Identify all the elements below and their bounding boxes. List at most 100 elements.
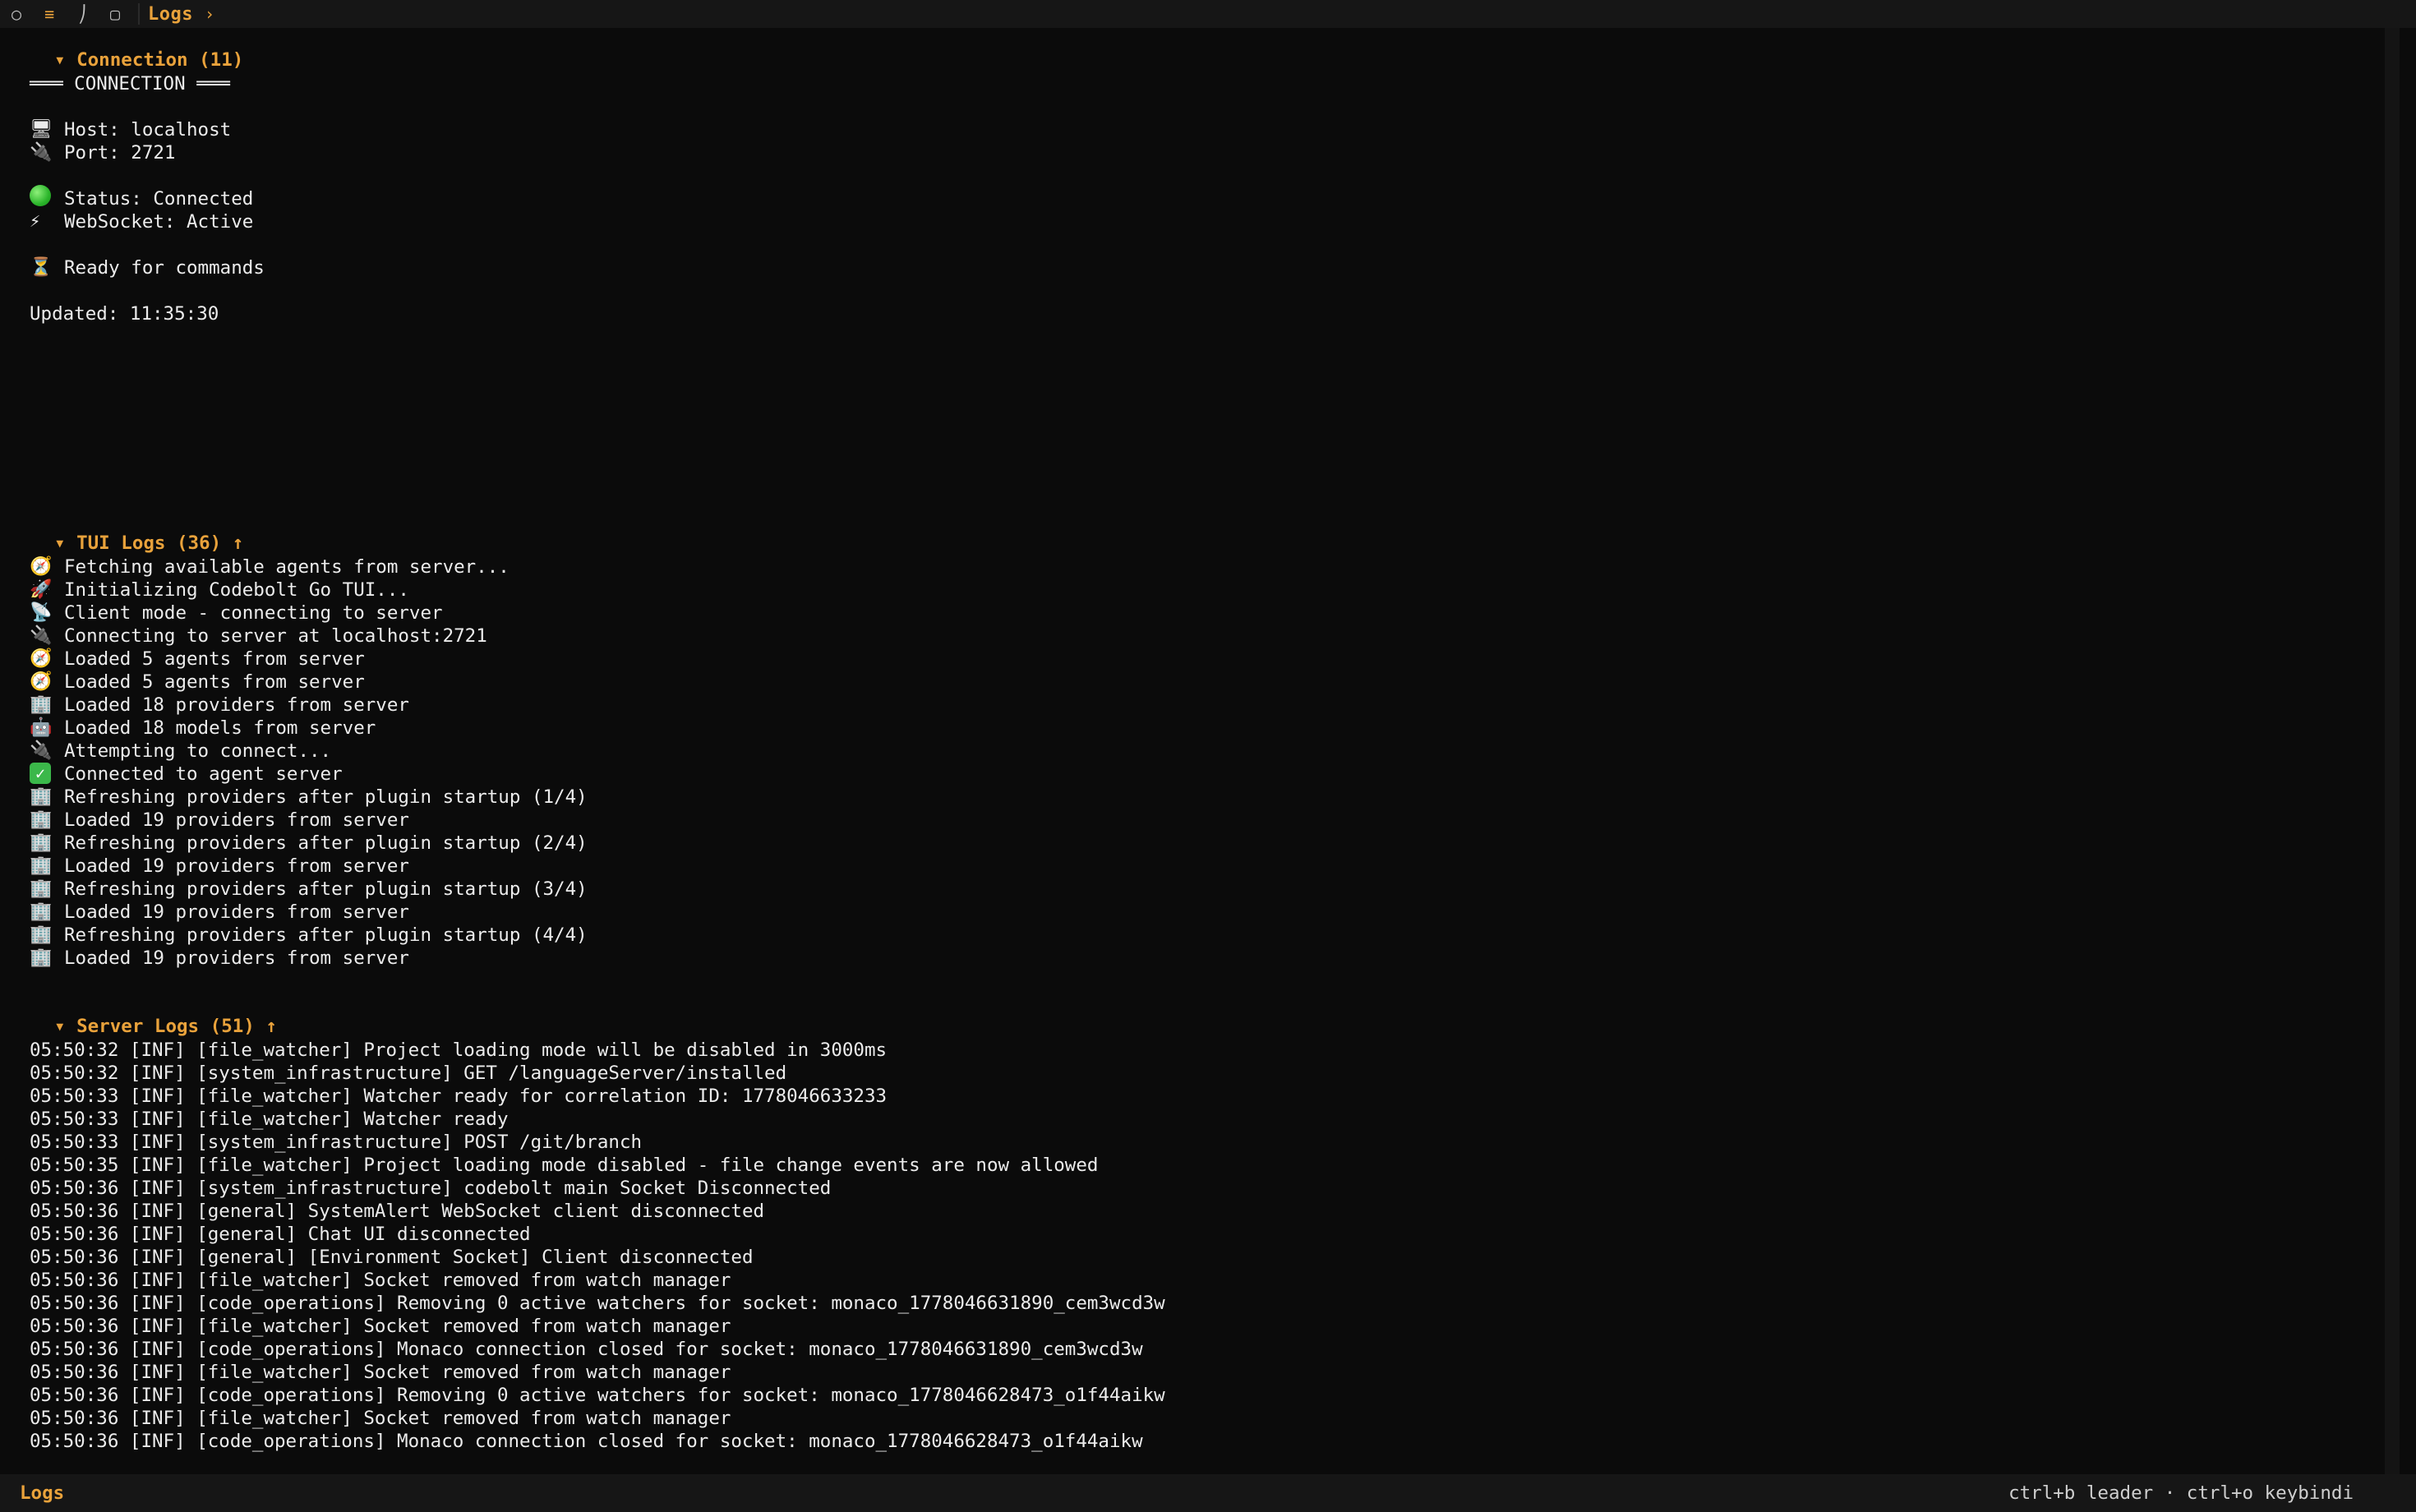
server-log-line: 05:50:36 [INF] [file_watcher] Socket rem…: [30, 1270, 731, 1291]
tui-log-text: Loaded 19 providers from server: [64, 855, 409, 877]
connection-line: 🔌 Port: 2721: [30, 141, 265, 164]
tui-log-line: 🏢 Refreshing providers after plugin start…: [30, 924, 588, 947]
emoji-icon: 🚀: [30, 579, 53, 600]
circle-icon[interactable]: ○: [0, 0, 33, 28]
tui-log-text: Initializing Codebolt Go TUI...: [64, 579, 409, 601]
server-log-line: 05:50:36 [INF] [system_infrastructure] c…: [30, 1178, 832, 1199]
tui-log-line: 🧭 Loaded 5 agents from server: [30, 671, 588, 694]
server-logs-section-header[interactable]: ▾ Server Logs (51) ↑: [54, 1016, 277, 1037]
tui-log-text: Loaded 5 agents from server: [64, 648, 365, 670]
server-log-line: 05:50:36 [INF] [file_watcher] Socket rem…: [30, 1408, 731, 1429]
server-log-line: 05:50:32 [INF] [system_infrastructure] G…: [30, 1063, 787, 1084]
server-log-line: 05:50:36 [INF] [code_operations] Removin…: [30, 1385, 1165, 1406]
connection-section: ═══ CONNECTION ═══ 🖥 Host: localhost 🔌 Port:…: [30, 72, 265, 325]
connection-line: ═══ CONNECTION ═══: [30, 72, 265, 95]
server-log-line: 05:50:36 [INF] [code_operations] Monaco …: [30, 1431, 1143, 1452]
connection-line: ⚡ WebSocket: Active: [30, 210, 265, 233]
tui-log-line: 📡 Client mode - connecting to server: [30, 602, 588, 625]
emoji-icon: 🔌: [30, 740, 53, 761]
tui-log-line: 🏢 Loaded 18 providers from server: [30, 694, 588, 717]
status-green-dot-icon: [30, 185, 64, 213]
server-log-line: 05:50:36 [INF] [general] Chat UI disconn…: [30, 1224, 531, 1245]
menu-icon[interactable]: ≡: [33, 0, 66, 28]
tui-log-line: 🧭 Fetching available agents from server..…: [30, 555, 588, 579]
server-log-line: 05:50:33 [INF] [file_watcher] Watcher re…: [30, 1109, 509, 1130]
connection-text: ═══ CONNECTION ═══: [30, 73, 230, 94]
chevron-right-icon: ›: [204, 4, 215, 24]
emoji-icon: 🏢: [30, 694, 53, 715]
server-log-line: 05:50:36 [INF] [file_watcher] Socket rem…: [30, 1362, 731, 1383]
tui-log-line: 🧭 Loaded 5 agents from server: [30, 648, 588, 671]
tui-log-text: Loaded 18 models from server: [64, 717, 376, 739]
tui-log-line: ✓ Connected to agent server: [30, 763, 588, 786]
emoji-icon: ⏳: [30, 257, 53, 278]
tui-log-text: Refreshing providers after plugin startu…: [64, 786, 588, 808]
tui-log-line: 🏢 Loaded 19 providers from server: [30, 809, 588, 832]
server-log-line: 05:50:36 [INF] [general] [Environment So…: [30, 1247, 754, 1268]
emoji-icon: 🏢: [30, 855, 53, 876]
server-log-line: 05:50:36 [INF] [code_operations] Monaco …: [30, 1339, 1143, 1360]
connection-text: Port: 2721: [64, 142, 176, 164]
server-log-line: 05:50:36 [INF] [general] SystemAlert Web…: [30, 1201, 765, 1222]
tui-log-text: Loaded 19 providers from server: [64, 947, 409, 969]
tui-log-text: Loaded 18 providers from server: [64, 694, 409, 716]
connection-text: WebSocket: Active: [64, 211, 254, 233]
tui-log-text: Fetching available agents from server...: [64, 556, 509, 578]
tui-logs-section-header[interactable]: ▾ TUI Logs (36) ↑: [54, 532, 243, 554]
tui-log-text: Client mode - connecting to server: [64, 602, 443, 624]
tui-log-line: 🏢 Refreshing providers after plugin start…: [30, 832, 588, 855]
tui-log-line: 🏢 Refreshing providers after plugin start…: [30, 878, 588, 901]
emoji-icon: 📡: [30, 602, 53, 623]
emoji-icon: 🏢: [30, 924, 53, 945]
tui-log-text: Loaded 19 providers from server: [64, 901, 409, 923]
tui-log-line: 🔌 Connecting to server at localhost:2721: [30, 625, 588, 648]
emoji-icon: 🧭: [30, 556, 53, 577]
emoji-icon: 🔌: [30, 625, 53, 646]
tui-log-text: Loaded 19 providers from server: [64, 809, 409, 831]
server-log-line: 05:50:35 [INF] [file_watcher] Project lo…: [30, 1155, 1099, 1176]
tui-log-line: 🏢 Refreshing providers after plugin start…: [30, 786, 588, 809]
scrollbar[interactable]: [2385, 28, 2400, 1474]
server-log-line: 05:50:32 [INF] [file_watcher] Project lo…: [30, 1040, 888, 1061]
emoji-icon: 🏢: [30, 786, 53, 807]
emoji-icon: 🏢: [30, 809, 53, 830]
connection-text: Updated: 11:35:30: [30, 303, 219, 325]
connection-section-header[interactable]: ▾ Connection (11): [54, 49, 243, 71]
emoji-icon: 🖥: [30, 119, 53, 140]
tui-log-text: Refreshing providers after plugin startu…: [64, 924, 588, 946]
square-icon[interactable]: ▢: [99, 0, 131, 28]
server-log-line: 05:50:33 [INF] [system_infrastructure] P…: [30, 1132, 643, 1153]
emoji-icon: 🏢: [30, 878, 53, 899]
server-log-line: 05:50:36 [INF] [code_operations] Removin…: [30, 1293, 1165, 1314]
tui-log-line: 🤖 Loaded 18 models from server: [30, 717, 588, 740]
tab-logs[interactable]: Logs: [148, 4, 193, 25]
title-bar: ○ ≡ ⎠ ▢ Logs ›: [0, 0, 2416, 28]
emoji-icon: 🤖: [30, 717, 53, 738]
status-bar: Logs ctrl+b leader · ctrl+o keybindi: [0, 1474, 2416, 1512]
connection-text: Host: localhost: [64, 119, 232, 141]
chart-icon[interactable]: ⎠: [66, 0, 99, 28]
tui-log-text: Loaded 5 agents from server: [64, 671, 365, 693]
tui-log-line: 🔌 Attempting to connect...: [30, 740, 588, 763]
emoji-icon: 🏢: [30, 947, 53, 968]
server-logs-section: 05:50:32 [INF] [file_watcher] Project lo…: [30, 1039, 1165, 1453]
connection-text: Ready for commands: [64, 257, 265, 279]
divider: [138, 3, 140, 25]
connection-line: 🖥 Host: localhost: [30, 118, 265, 141]
tui-log-text: Refreshing providers after plugin startu…: [64, 878, 588, 900]
tui-logs-section: 🧭 Fetching available agents from server..…: [30, 555, 588, 970]
tui-log-text: Attempting to connect...: [64, 740, 332, 762]
check-icon: ✓: [30, 763, 64, 786]
tui-log-line: 🏢 Loaded 19 providers from server: [30, 855, 588, 878]
tui-log-text: Connected to agent server: [64, 763, 343, 785]
connection-line: Status: Connected: [30, 185, 265, 213]
tui-log-text: Connecting to server at localhost:2721: [64, 625, 487, 647]
logs-panel[interactable]: ▾ Connection (11) ═══ CONNECTION ═══ 🖥 Hos…: [8, 28, 2400, 1474]
connection-line: ⏳ Ready for commands: [30, 256, 265, 279]
connection-line: Updated: 11:35:30: [30, 302, 265, 325]
status-bar-mode: Logs: [20, 1482, 65, 1504]
